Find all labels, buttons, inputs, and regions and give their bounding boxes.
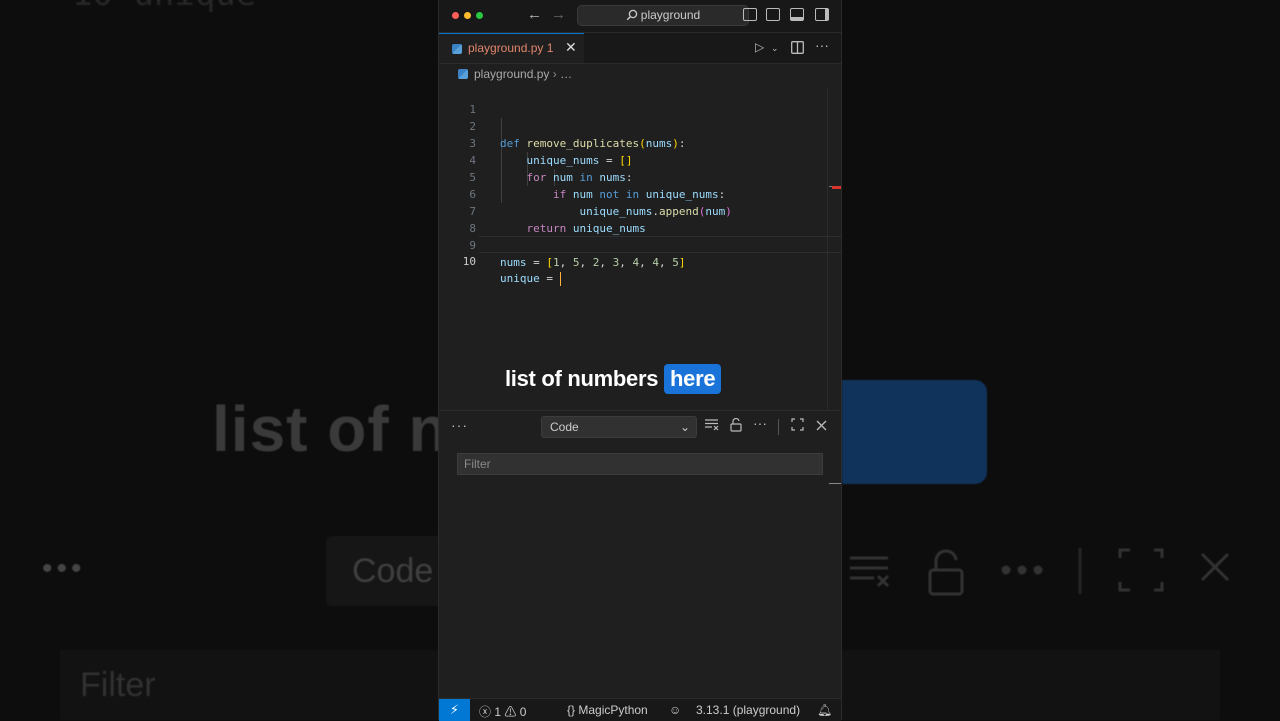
toggle-panel-icon[interactable] [790,8,804,21]
split-editor-icon[interactable] [791,41,804,57]
panel-more-actions-icon[interactable]: ··· [753,415,767,431]
close-tab-icon[interactable]: ✕ [565,39,577,56]
braces-icon: {} [567,703,576,717]
output-channel-value: Code [550,420,579,434]
editor-scrollbar[interactable] [827,88,828,410]
code-line: 1 [439,84,841,116]
text-cursor [559,272,562,286]
code-line: 9 nums = [1, 5, 2, 3, 4, 4, 5] [439,220,841,269]
breadcrumb: playground.py › … [458,67,572,81]
remote-indicator-icon[interactable]: ⚡︎ [439,699,470,721]
language-mode[interactable]: {} MagicPython [567,703,648,717]
code-line: 4 for num in nums: [439,135,841,184]
code-line: 6 unique_nums.append(num) [439,169,841,218]
run-options-chevron-icon[interactable]: ⌄ [771,43,779,54]
code-line: 2 def remove_duplicates(nums): [439,101,841,150]
customize-layout-icon[interactable] [743,8,757,21]
title-bar: ← → playground [439,0,841,33]
vscode-window: ← → playground playground.py 1 ✕ ▷ ⌄ ···… [438,0,842,721]
search-icon [626,9,638,21]
problems-indicator[interactable]: ⓧ 1 ⚠ 0 [479,703,526,720]
clear-output-icon[interactable] [705,418,719,434]
breadcrumb-more[interactable]: … [560,67,572,81]
panel-toolbar-separator [778,419,779,435]
language-label: MagicPython [578,703,648,717]
notifications-bell-icon[interactable]: 🔔︎ [817,703,832,717]
output-channel-select[interactable]: Code ⌄ [541,416,697,438]
toggle-primary-sidebar-icon[interactable] [766,8,780,21]
overview-ruler-error-mark [832,186,841,189]
error-icon: ⓧ [479,705,492,719]
panel-views-more-icon[interactable]: ··· [451,417,468,433]
code-line: 3 unique_nums = [] [439,118,841,167]
code-editor[interactable]: 1 2 def remove_duplicates(nums): 3 uniqu… [439,84,841,410]
breadcrumb-file[interactable]: playground.py [474,67,549,81]
breadcrumb-separator-icon: › [552,67,561,81]
command-center-label: playground [640,8,701,22]
toggle-secondary-sidebar-icon[interactable] [815,8,829,21]
warning-count: 0 [519,705,527,719]
code-line: 8 [439,203,841,235]
python-file-icon [458,69,468,79]
tab-filename: playground.py [468,41,544,55]
video-caption: list of numbers here [505,364,722,394]
run-python-file-icon[interactable]: ▷ [755,40,764,54]
lock-scroll-icon[interactable] [730,417,742,435]
python-file-icon [452,44,462,54]
close-panel-icon[interactable] [816,418,827,434]
caption-highlight: here [664,364,722,394]
forward-arrow-icon[interactable]: → [551,6,566,23]
output-filter-input[interactable]: Filter [457,453,823,475]
editor-tabs: playground.py 1 ✕ ▷ ⌄ ··· [439,33,841,64]
code-text: unique = [500,270,562,287]
back-arrow-icon[interactable]: ← [527,6,542,23]
chevron-down-icon: ⌄ [679,420,690,434]
error-count: 1 [494,705,502,719]
command-center-search[interactable]: playground [577,5,749,26]
python-interpreter[interactable]: 3.13.1 (playground) [696,703,800,717]
copilot-icon[interactable]: ☺ [669,703,681,717]
code-line-active: 10 unique = [439,236,841,286]
caption-text: list of numbers [505,366,659,391]
bottom-panel: ··· Code ⌄ ··· Filter [439,410,841,699]
warning-icon: ⚠ [504,705,517,719]
status-bar: ⚡︎ ⓧ 1 ⚠ 0 {} MagicPython ☺ 3.13.1 (play… [439,698,841,721]
code-line: 7 return unique_nums [439,186,841,235]
tab-playground-py[interactable]: playground.py 1 ✕ [439,33,584,63]
tab-problem-count: 1 [546,41,554,55]
line-number-active: 10 [462,255,476,268]
more-actions-icon[interactable]: ··· [815,37,829,53]
code-text: nums = [1, 5, 2, 3, 4, 4, 5] [500,256,686,269]
maximize-window-button[interactable] [476,12,483,19]
maximize-panel-icon[interactable] [791,418,804,434]
close-window-button[interactable] [452,12,459,19]
minimize-window-button[interactable] [464,12,471,19]
code-line: 5 if num not in unique_nums: [439,152,841,201]
panel-scroll-mark [829,483,841,484]
tab-label: playground.py 1 [468,41,553,55]
